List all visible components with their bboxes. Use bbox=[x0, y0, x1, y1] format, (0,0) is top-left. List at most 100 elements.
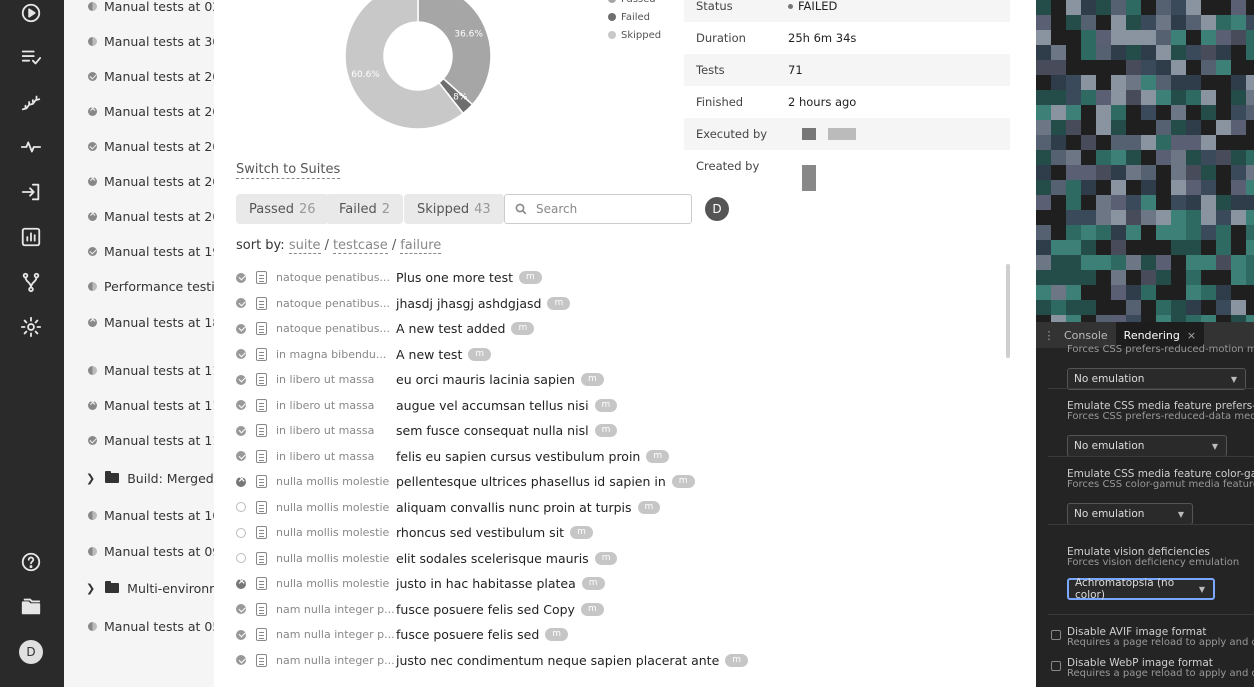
filter-skipped-button[interactable]: Skipped 43 bbox=[404, 194, 504, 224]
test-row[interactable]: in libero ut massa augue vel accumsan tel… bbox=[236, 393, 1006, 419]
test-row[interactable]: in magna bibendu... A new test m bbox=[236, 342, 1006, 368]
avatar[interactable]: D bbox=[19, 640, 43, 664]
run-item[interactable]: Manual tests at 05 bbox=[64, 611, 214, 641]
run-item[interactable]: Manual tests at 11 bbox=[64, 390, 214, 420]
import-icon[interactable] bbox=[18, 179, 44, 205]
close-icon[interactable]: × bbox=[1187, 329, 1196, 342]
preview-pixel bbox=[1216, 240, 1231, 255]
run-folder[interactable]: ❯ Build: Merged bbox=[64, 463, 214, 493]
run-item[interactable]: Manual tests at 18 bbox=[64, 307, 214, 337]
run-item[interactable]: Manual tests at 02 bbox=[64, 0, 214, 21]
test-title[interactable]: eu orci mauris lacinia sapien bbox=[396, 372, 575, 387]
run-folder[interactable]: ❯ Multi-environr bbox=[64, 573, 214, 603]
legend-item-failed[interactable]: Failed bbox=[608, 8, 661, 26]
test-row[interactable]: natoque penatibus... A new test added m bbox=[236, 316, 1006, 342]
test-row[interactable]: in libero ut massa felis eu sapien cursus… bbox=[236, 444, 1006, 470]
stairs-icon[interactable] bbox=[18, 89, 44, 115]
test-title[interactable]: aliquam convallis nunc proin at turpis bbox=[396, 500, 632, 515]
run-item[interactable]: Performance testir bbox=[64, 271, 214, 301]
test-row[interactable]: nulla mollis molestie rhoncus sed vestibu… bbox=[236, 520, 1006, 546]
search-input[interactable]: Search bbox=[504, 194, 692, 224]
test-list-scrollbar[interactable] bbox=[1006, 264, 1010, 358]
switch-to-suites-link[interactable]: Switch to Suites bbox=[236, 162, 341, 179]
filter-failed-button[interactable]: Failed 2 bbox=[326, 194, 404, 224]
test-title[interactable]: sem fusce consequat nulla nisl bbox=[396, 423, 589, 438]
filter-count: 2 bbox=[381, 201, 391, 217]
run-item[interactable]: Manual tests at 19 bbox=[64, 236, 214, 266]
run-item[interactable]: Manual tests at 20 bbox=[64, 96, 214, 126]
test-title[interactable]: augue vel accumsan tellus nisi bbox=[396, 398, 589, 413]
test-title[interactable]: Plus one more test bbox=[396, 270, 513, 285]
test-title[interactable]: justo nec condimentum neque sapien place… bbox=[396, 653, 719, 668]
run-item[interactable]: Manual tests at 09 bbox=[64, 536, 214, 566]
test-row[interactable]: nulla mollis molestie elit sodales sceler… bbox=[236, 546, 1006, 572]
chevron-right-icon[interactable]: ❯ bbox=[86, 472, 95, 485]
test-row[interactable]: nam nulla integer p... fusce posuere feli… bbox=[236, 597, 1006, 623]
run-item[interactable]: Manual tests at 30 bbox=[64, 26, 214, 56]
run-item[interactable]: Manual tests at 11 bbox=[64, 355, 214, 385]
test-title[interactable]: A new test added bbox=[396, 321, 505, 336]
run-item[interactable]: Manual tests at 11 bbox=[64, 425, 214, 455]
legend-item-skipped[interactable]: Skipped bbox=[608, 26, 661, 44]
preview-pixel bbox=[1246, 225, 1254, 240]
test-title[interactable]: felis eu sapien cursus vestibulum proin bbox=[396, 449, 640, 464]
filter-passed-button[interactable]: Passed 26 bbox=[236, 194, 329, 224]
run-item[interactable]: Manual tests at 20 bbox=[64, 166, 214, 196]
test-row[interactable]: nulla mollis molestie justo in hac habita… bbox=[236, 571, 1006, 597]
test-row[interactable]: nulla mollis molestie pellentesque ultric… bbox=[236, 469, 1006, 495]
sort-option-testcase[interactable]: testcase bbox=[332, 238, 388, 254]
test-title[interactable]: fusce posuere felis sed bbox=[396, 627, 539, 642]
list-check-icon[interactable] bbox=[18, 44, 44, 70]
emulation-select[interactable]: No emulation ▼ bbox=[1067, 368, 1246, 390]
preview-pixel bbox=[1231, 300, 1246, 315]
pulse-icon[interactable] bbox=[18, 134, 44, 160]
play-circle-icon[interactable] bbox=[18, 0, 44, 26]
chart-icon[interactable] bbox=[18, 224, 44, 250]
test-row[interactable]: nam nulla integer p... fusce posuere feli… bbox=[236, 622, 1006, 648]
test-row[interactable]: natoque penatibus... jhasdj jhasgj ashdgj… bbox=[236, 291, 1006, 317]
test-row[interactable]: nulla mollis molestie aliquam convallis n… bbox=[236, 495, 1006, 521]
test-row[interactable]: natoque penatibus... Plus one more test m bbox=[236, 265, 1006, 291]
run-item[interactable]: Manual tests at 10 bbox=[64, 500, 214, 530]
gear-icon[interactable] bbox=[18, 314, 44, 340]
branch-icon[interactable] bbox=[18, 269, 44, 295]
test-row[interactable]: in libero ut massa eu orci mauris lacinia… bbox=[236, 367, 1006, 393]
run-status-icon bbox=[88, 174, 97, 186]
preview-pixel bbox=[1231, 30, 1246, 45]
preview-pixel bbox=[1081, 0, 1096, 15]
legend-item-passed[interactable]: Passed bbox=[608, 0, 661, 8]
test-title[interactable]: pellentesque ultrices phasellus id sapie… bbox=[396, 474, 666, 489]
kebab-menu-icon[interactable]: ⋮ bbox=[1042, 329, 1056, 342]
disable-format-checkbox[interactable] bbox=[1051, 661, 1061, 671]
emulation-select[interactable]: No emulation ▼ bbox=[1067, 503, 1193, 525]
emulation-select[interactable]: No emulation ▼ bbox=[1067, 435, 1227, 457]
test-status-passed-icon bbox=[236, 349, 246, 360]
sort-option-failure[interactable]: failure bbox=[400, 238, 442, 254]
test-row[interactable]: nam nulla integer p... justo nec condimen… bbox=[236, 648, 1006, 674]
preview-pixel bbox=[1126, 45, 1141, 60]
test-title[interactable]: fusce posuere felis sed Copy bbox=[396, 602, 575, 617]
run-item[interactable]: Manual tests at 20 bbox=[64, 131, 214, 161]
help-icon[interactable] bbox=[18, 549, 44, 575]
clipboard-icon bbox=[256, 628, 267, 642]
chevron-right-icon[interactable]: ❯ bbox=[86, 582, 95, 595]
test-title[interactable]: rhoncus sed vestibulum sit bbox=[396, 525, 564, 540]
test-title[interactable]: justo in hac habitasse platea bbox=[396, 576, 576, 591]
user-filter-avatar[interactable]: D bbox=[705, 197, 729, 221]
test-title[interactable]: jhasdj jhasgj ashdgjasd bbox=[396, 296, 541, 311]
preview-pixel bbox=[1081, 165, 1096, 180]
preview-pixel bbox=[1111, 45, 1126, 60]
emulation-select[interactable]: Achromatopsia (no color) ▼ bbox=[1067, 577, 1215, 601]
run-item[interactable]: Manual tests at 20 bbox=[64, 201, 214, 231]
preview-pixel bbox=[1066, 180, 1081, 195]
run-label: Manual tests at 09 bbox=[104, 543, 214, 559]
preview-pixel bbox=[1036, 240, 1051, 255]
folders-icon[interactable] bbox=[18, 593, 44, 619]
test-row[interactable]: in libero ut massa sem fusce consequat nu… bbox=[236, 418, 1006, 444]
test-title[interactable]: elit sodales scelerisque mauris bbox=[396, 551, 589, 566]
test-title[interactable]: A new test bbox=[396, 347, 462, 362]
run-item[interactable]: Manual tests at 20 bbox=[64, 61, 214, 91]
preview-pixel bbox=[1111, 210, 1126, 225]
disable-format-checkbox[interactable] bbox=[1051, 630, 1061, 640]
sort-option-suite[interactable]: suite bbox=[288, 238, 321, 254]
